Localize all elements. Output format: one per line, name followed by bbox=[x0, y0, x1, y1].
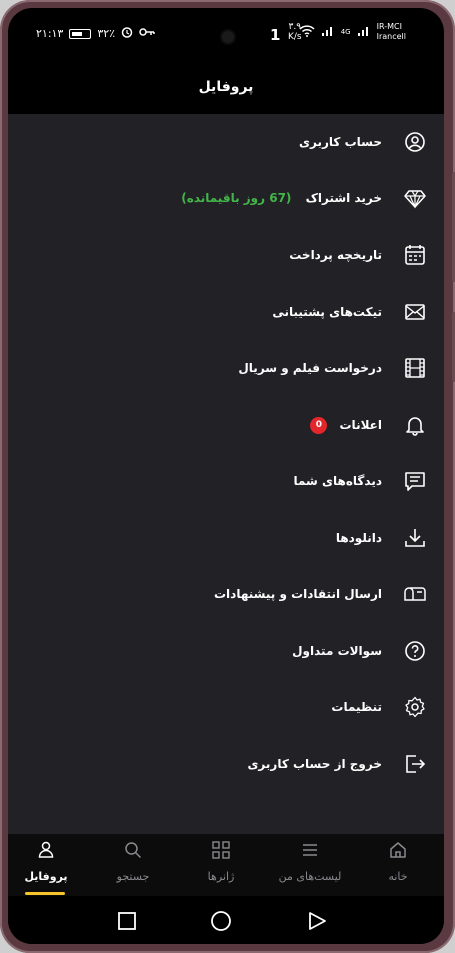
active-indicator bbox=[25, 892, 65, 895]
nav-label: ژانرها bbox=[207, 870, 235, 883]
menu-item-your-comments[interactable]: دیدگاه‌های شما bbox=[8, 453, 444, 509]
home-button[interactable] bbox=[210, 910, 232, 932]
status-right: 4G IR-MCI Irancell bbox=[299, 22, 406, 42]
menu-item-label-row: اعلانات 0 bbox=[310, 416, 383, 434]
signal-icon bbox=[321, 25, 335, 40]
clock: ۲۱:۱۳ bbox=[36, 27, 64, 40]
menu-item-faq[interactable]: سوالات متداول bbox=[8, 623, 444, 679]
menu-item-label: تنظیمات bbox=[331, 700, 382, 714]
nav-label: پروفایل bbox=[24, 870, 68, 883]
mail-icon bbox=[404, 301, 426, 323]
bell-icon bbox=[404, 414, 426, 436]
menu-item-settings[interactable]: تنظیمات bbox=[8, 679, 444, 735]
app-header: پروفایل bbox=[8, 60, 444, 114]
bottom-navigation: پروفایل جستجو ژانرها لیست‌های من bbox=[8, 834, 444, 896]
nav-label: لیست‌های من bbox=[278, 870, 342, 883]
phone-screen: ۲۱:۱۳ ۳۲٪ 1 ۳.۹ K/s 4G IR-MCI Irancell پ… bbox=[8, 8, 444, 944]
grid-icon bbox=[211, 840, 231, 860]
comment-icon bbox=[404, 470, 426, 492]
back-button[interactable] bbox=[306, 910, 328, 932]
menu-item-feedback[interactable]: ارسال انتقادات و پیشنهادات bbox=[8, 566, 444, 622]
calendar-icon bbox=[404, 244, 426, 266]
menu-item-support-tickets[interactable]: تیکت‌های پشتیبانی bbox=[8, 284, 444, 340]
menu-item-label: درخواست فیلم و سریال bbox=[238, 361, 382, 375]
menu-item-logout[interactable]: خروج از حساب کاربری bbox=[8, 736, 444, 792]
nav-tab-home[interactable]: خانه bbox=[358, 834, 438, 896]
network-type: 4G bbox=[340, 28, 351, 36]
speed-digit: 1 bbox=[270, 26, 281, 44]
profile-menu: حساب کاربری خرید اشتراک (67 روز باقیماند… bbox=[8, 114, 444, 834]
battery-percent: ۳۲٪ bbox=[97, 27, 116, 40]
recent-apps-button[interactable] bbox=[116, 910, 138, 932]
menu-item-notifications[interactable]: اعلانات 0 bbox=[8, 397, 444, 453]
alarm-icon bbox=[121, 26, 133, 41]
menu-item-label: حساب کاربری bbox=[299, 135, 382, 149]
user-icon bbox=[36, 840, 56, 860]
wifi-icon bbox=[299, 24, 315, 40]
menu-item-label: تاریخچه پرداخت bbox=[289, 248, 382, 262]
account-circle-icon bbox=[404, 131, 426, 153]
menu-item-label: خرید اشتراک bbox=[305, 191, 382, 205]
menu-item-label: خروج از حساب کاربری bbox=[247, 757, 382, 771]
nav-tab-profile[interactable]: پروفایل bbox=[8, 834, 86, 896]
home-icon bbox=[388, 840, 408, 860]
menu-item-label: دیدگاه‌های شما bbox=[293, 474, 382, 488]
carrier-names: IR-MCI Irancell bbox=[376, 22, 406, 41]
status-left: ۲۱:۱۳ ۳۲٪ bbox=[36, 26, 155, 41]
menu-item-payment-history[interactable]: تاریخچه پرداخت bbox=[8, 227, 444, 283]
nav-label: خانه bbox=[388, 870, 408, 883]
menu-item-label-row: خرید اشتراک (67 روز باقیمانده) bbox=[181, 191, 382, 205]
menu-item-account[interactable]: حساب کاربری bbox=[8, 114, 444, 170]
key-icon bbox=[139, 27, 155, 40]
nav-tab-my-lists[interactable]: لیست‌های من bbox=[270, 834, 350, 896]
signal-icon-2 bbox=[357, 25, 371, 40]
question-icon bbox=[404, 640, 426, 662]
nav-tab-genres[interactable]: ژانرها bbox=[181, 834, 261, 896]
download-icon bbox=[404, 527, 426, 549]
page-title: پروفایل bbox=[198, 79, 254, 95]
mailbox-icon bbox=[404, 583, 426, 605]
search-icon bbox=[123, 840, 143, 860]
menu-item-label: اعلانات bbox=[339, 417, 383, 432]
phone-frame: ۲۱:۱۳ ۳۲٪ 1 ۳.۹ K/s 4G IR-MCI Irancell پ… bbox=[0, 0, 455, 953]
film-icon bbox=[404, 357, 426, 379]
menu-item-label: سوالات متداول bbox=[292, 644, 382, 658]
battery-icon bbox=[69, 28, 92, 39]
list-icon bbox=[300, 840, 320, 860]
menu-item-request-movie[interactable]: درخواست فیلم و سریال bbox=[8, 340, 444, 396]
menu-item-label: دانلودها bbox=[335, 531, 382, 545]
gear-icon bbox=[404, 696, 426, 718]
diamond-icon bbox=[404, 187, 426, 209]
nav-tab-search[interactable]: جستجو bbox=[93, 834, 173, 896]
logout-icon bbox=[404, 753, 426, 775]
notification-badge: 0 bbox=[310, 416, 328, 434]
menu-item-subscription[interactable]: خرید اشتراک (67 روز باقیمانده) bbox=[8, 170, 444, 226]
menu-item-downloads[interactable]: دانلودها bbox=[8, 510, 444, 566]
menu-item-label: تیکت‌های پشتیبانی bbox=[272, 305, 382, 319]
front-camera bbox=[222, 31, 234, 43]
remaining-days: (67 روز باقیمانده) bbox=[181, 191, 292, 205]
nav-label: جستجو bbox=[116, 870, 150, 883]
status-bar: ۲۱:۱۳ ۳۲٪ 1 ۳.۹ K/s 4G IR-MCI Irancell bbox=[8, 8, 444, 60]
menu-item-label: ارسال انتقادات و پیشنهادات bbox=[214, 587, 382, 601]
system-navigation-bar bbox=[8, 896, 444, 944]
